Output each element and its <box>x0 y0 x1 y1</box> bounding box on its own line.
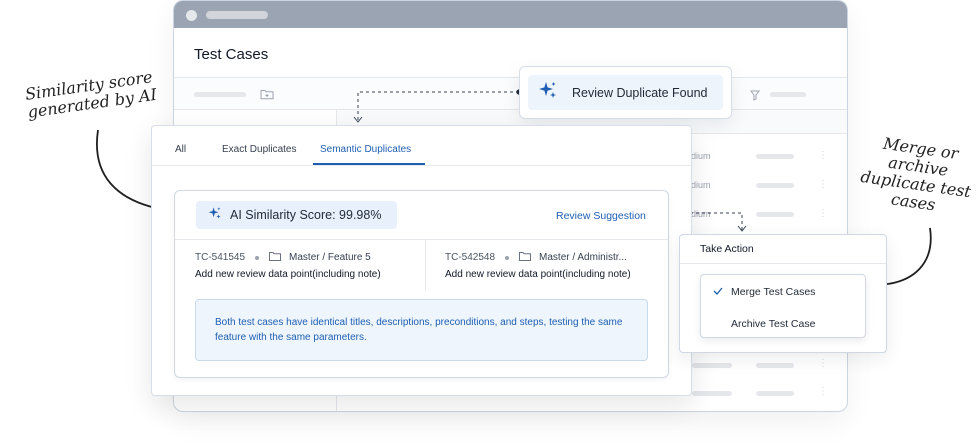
row-menu-icon[interactable]: ⋮ <box>818 387 828 397</box>
add-folder-icon[interactable] <box>260 87 274 105</box>
folder-icon <box>269 251 282 264</box>
tab-exact-duplicates[interactable]: Exact Duplicates <box>222 144 296 155</box>
separator-dot <box>505 255 510 260</box>
page-title: Test Cases <box>194 46 269 63</box>
left-case-description: Add new review data point(including note… <box>195 269 381 280</box>
right-case-meta: TC-542548 Master / Administr... <box>445 251 627 264</box>
take-action-panel: Take Action Merge Test Cases Archive Tes… <box>679 234 887 353</box>
window-title-placeholder <box>206 11 268 19</box>
folder-icon <box>519 251 532 264</box>
tab-all[interactable]: All <box>175 144 186 155</box>
test-case-path: Master / Administr... <box>539 252 627 264</box>
row-menu-icon[interactable]: ⋮ <box>818 180 828 190</box>
toolbar <box>174 77 847 110</box>
annotation-merge: Merge or archive duplicate test cases <box>857 132 978 219</box>
row-menu-icon[interactable]: ⋮ <box>818 209 828 219</box>
similarity-score-badge: AI Similarity Score: 99.98% <box>196 201 397 229</box>
row-menu-icon[interactable]: ⋮ <box>818 151 828 161</box>
cell-placeholder <box>756 391 794 396</box>
test-case-id[interactable]: TC-542548 <box>445 252 495 263</box>
cell-placeholder <box>692 391 732 396</box>
annotation-similarity: Similarity score generated by AI <box>24 67 158 121</box>
tab-bar: All Exact Duplicates Semantic Duplicates <box>152 126 691 166</box>
divider <box>425 240 426 290</box>
right-case-description: Add new review data point(including note… <box>445 269 631 280</box>
review-duplicate-popup[interactable]: Review Duplicate Found <box>519 66 732 119</box>
cell-placeholder <box>692 363 732 368</box>
duplicates-modal: All Exact Duplicates Semantic Duplicates… <box>151 125 692 396</box>
sparkle-icon <box>208 206 222 225</box>
test-case-id[interactable]: TC-541545 <box>195 252 245 263</box>
stage: Test Cases edium ⋮ edium ⋮ edium ⋮ ⋮ ⋮ R… <box>0 0 980 447</box>
left-case-meta: TC-541545 Master / Feature 5 <box>195 251 371 264</box>
cell-placeholder <box>756 183 794 188</box>
window-titlebar <box>174 1 847 28</box>
review-duplicate-label: Review Duplicate Found <box>572 85 708 100</box>
filter-placeholder <box>770 92 806 97</box>
review-suggestion-link[interactable]: Review Suggestion <box>556 210 646 222</box>
cell-placeholder <box>756 154 794 159</box>
sparkle-icon <box>538 80 558 105</box>
check-icon <box>713 286 723 298</box>
action-menu: Merge Test Cases Archive Test Case <box>700 274 866 338</box>
divider <box>175 239 668 240</box>
divider <box>680 263 886 264</box>
tab-semantic-duplicates[interactable]: Semantic Duplicates <box>320 144 411 155</box>
review-duplicate-inner: Review Duplicate Found <box>528 75 723 110</box>
window-dot <box>186 10 197 21</box>
cell-placeholder <box>756 212 794 217</box>
separator-dot <box>255 255 260 260</box>
filter-icon[interactable] <box>750 88 760 106</box>
comparison-card: AI Similarity Score: 99.98% Review Sugge… <box>174 190 669 378</box>
toolbar-placeholder <box>194 92 246 97</box>
cell-placeholder <box>756 363 794 368</box>
test-case-path: Master / Feature 5 <box>289 252 371 264</box>
similarity-score-text: AI Similarity Score: 99.98% <box>230 208 382 222</box>
active-tab-indicator <box>313 163 425 165</box>
similarity-explanation: Both test cases have identical titles, d… <box>195 299 648 361</box>
take-action-title: Take Action <box>700 243 754 255</box>
merge-test-cases-option[interactable]: Merge Test Cases <box>731 286 815 298</box>
archive-test-case-option[interactable]: Archive Test Case <box>731 318 815 330</box>
row-menu-icon[interactable]: ⋮ <box>818 359 828 369</box>
